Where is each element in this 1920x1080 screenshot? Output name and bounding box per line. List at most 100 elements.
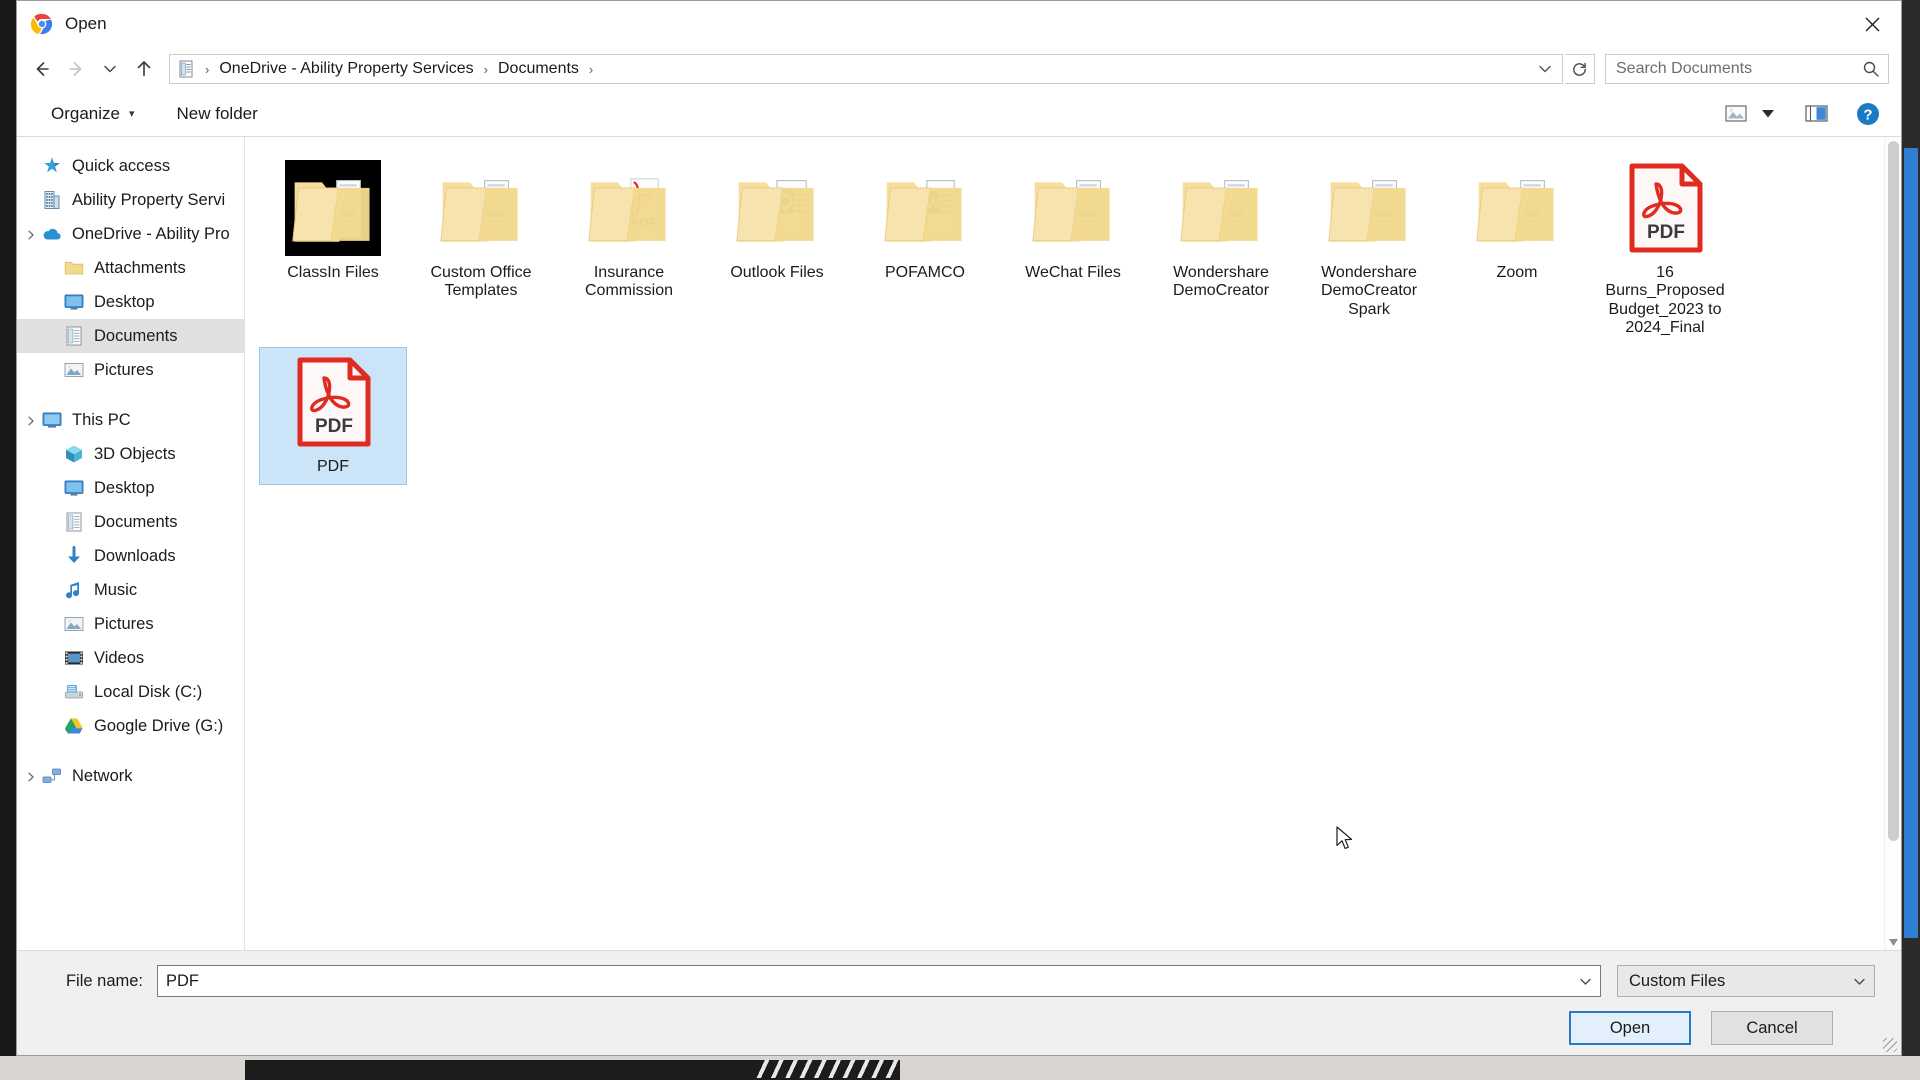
breadcrumb-separator-2[interactable]: › — [584, 62, 598, 77]
chevron-down-icon — [1579, 978, 1591, 985]
background-window-scrollbar[interactable] — [1904, 148, 1918, 938]
back-button[interactable] — [25, 52, 59, 86]
sidebar-item-documents[interactable]: Documents — [17, 505, 244, 539]
file-item-label: Zoom — [1496, 264, 1538, 281]
cancel-button[interactable]: Cancel — [1711, 1011, 1833, 1045]
file-item-label: Outlook Files — [730, 264, 824, 281]
folder-icon — [63, 257, 85, 279]
file-grid[interactable]: ClassIn Files Custom Office Templates PD… — [245, 137, 1884, 950]
3d-objects-icon — [63, 443, 85, 465]
folder-item[interactable]: Custom Office Templates — [407, 153, 555, 347]
file-item-label: POFAMCO — [884, 264, 965, 281]
open-file-dialog: Open › OneDrive - Ability Property Servi… — [16, 0, 1902, 1056]
folder-item[interactable]: Zoom — [1443, 153, 1591, 347]
breadcrumb-dropdown-button[interactable] — [1532, 56, 1558, 82]
sidebar-item-pictures[interactable]: Pictures — [17, 353, 244, 387]
refresh-button[interactable] — [1565, 54, 1595, 84]
folder-icon — [1469, 160, 1565, 256]
file-item[interactable]: PDF 16 Burns_Proposed Budget_2023 to 202… — [1591, 153, 1739, 347]
close-icon — [1865, 17, 1879, 31]
chrome-icon — [30, 13, 53, 35]
folder-icon: W — [877, 160, 973, 256]
sidebar-item-label: 3D Objects — [94, 444, 176, 463]
svg-text:?: ? — [1863, 106, 1872, 123]
scroll-down-arrow-icon[interactable] — [1885, 934, 1902, 950]
folder-item[interactable]: ClassIn Files — [259, 153, 407, 347]
chevron-right-icon[interactable] — [25, 228, 37, 240]
file-item[interactable]: PDF PDF — [259, 346, 407, 485]
sidebar-item-local-disk-c[interactable]: Local Disk (C:) — [17, 675, 244, 709]
company-icon — [41, 189, 63, 211]
file-item-label: Insurance Commission — [584, 264, 673, 300]
folder-item[interactable]: WeChat Files — [999, 153, 1147, 347]
sidebar-item-3d-objects[interactable]: 3D Objects — [17, 437, 244, 471]
filename-field[interactable] — [157, 965, 1601, 997]
filename-input[interactable] — [166, 971, 1572, 991]
chevron-down-icon — [1539, 65, 1551, 73]
sidebar-item-quick-access[interactable]: Quick access — [17, 149, 244, 183]
breadcrumb-crumb-documents[interactable]: Documents — [493, 57, 584, 81]
sidebar-item-pictures[interactable]: Pictures — [17, 607, 244, 641]
videos-icon — [63, 647, 85, 669]
sidebar-item-onedrive-ability-pro[interactable]: OneDrive - Ability Pro — [17, 217, 244, 251]
content-area: ClassIn Files Custom Office Templates PD… — [245, 137, 1901, 950]
sidebar-item-desktop[interactable]: Desktop — [17, 285, 244, 319]
forward-button[interactable] — [59, 52, 93, 86]
folder-item[interactable]: W POFAMCO — [851, 153, 999, 347]
desktop-backdrop-left — [0, 0, 16, 1080]
breadcrumb-crumb-onedrive[interactable]: OneDrive - Ability Property Services — [214, 57, 478, 81]
recent-locations-button[interactable] — [93, 52, 127, 86]
sidebar-item-this-pc[interactable]: This PC — [17, 403, 244, 437]
file-grid-scrollbar[interactable] — [1884, 137, 1901, 950]
dialog-buttons-row: Open Cancel — [43, 1011, 1875, 1045]
sidebar-item-ability-property-servi[interactable]: Ability Property Servi — [17, 183, 244, 217]
organize-button[interactable]: Organize ▾ — [41, 98, 145, 130]
folder-item[interactable]: PDF Insurance Commission — [555, 153, 703, 347]
resize-grip[interactable] — [1883, 1038, 1897, 1052]
desktop-icon — [63, 291, 85, 313]
sidebar-item-label: This PC — [72, 410, 131, 429]
help-button[interactable]: ? — [1849, 98, 1887, 130]
folder-item[interactable]: Wondershare DemoCreator — [1147, 153, 1295, 347]
pdf-file-icon: PDF — [285, 354, 381, 450]
file-grid-scroll-thumb[interactable] — [1888, 141, 1899, 841]
breadcrumb-separator-0[interactable]: › — [200, 62, 214, 77]
sidebar-item-downloads[interactable]: Downloads — [17, 539, 244, 573]
breadcrumb-separator-1[interactable]: › — [479, 62, 493, 77]
change-view-dropdown-button[interactable] — [1755, 98, 1781, 130]
sidebar-item-music[interactable]: Music — [17, 573, 244, 607]
change-view-button[interactable] — [1717, 98, 1755, 130]
breadcrumb-bar[interactable]: › OneDrive - Ability Property Services ›… — [169, 54, 1563, 84]
up-one-level-button[interactable] — [127, 52, 161, 86]
close-button[interactable] — [1843, 1, 1901, 47]
navigation-sidebar[interactable]: Quick access Ability Property Servi OneDri… — [17, 137, 245, 950]
organize-label: Organize — [51, 103, 120, 123]
sidebar-item-desktop[interactable]: Desktop — [17, 471, 244, 505]
sidebar-item-label: Pictures — [94, 614, 154, 633]
folder-item[interactable]: Outlook Files — [703, 153, 851, 347]
search-input[interactable] — [1616, 60, 1862, 78]
file-type-select[interactable]: Custom Files — [1617, 965, 1875, 997]
sidebar-item-videos[interactable]: Videos — [17, 641, 244, 675]
chevron-right-icon[interactable] — [25, 414, 37, 426]
filename-dropdown-button[interactable] — [1572, 967, 1598, 995]
folder-item[interactable]: Wondershare DemoCreator Spark — [1295, 153, 1443, 347]
sidebar-item-label: Desktop — [94, 292, 155, 311]
new-folder-button[interactable]: New folder — [167, 98, 268, 130]
sidebar-item-documents[interactable]: Documents — [17, 319, 244, 353]
desktop-backdrop-right — [1902, 0, 1920, 1080]
preview-pane-button[interactable] — [1797, 98, 1835, 130]
chevron-right-icon[interactable] — [25, 770, 37, 782]
sidebar-item-attachments[interactable]: Attachments — [17, 251, 244, 285]
sidebar-item-network[interactable]: Network — [17, 759, 244, 793]
search-box[interactable] — [1605, 54, 1889, 84]
svg-text:PDF: PDF — [315, 416, 353, 437]
sidebar-item-google-drive-g[interactable]: Google Drive (G:) — [17, 709, 244, 743]
filename-label: File name: — [65, 971, 143, 990]
open-button[interactable]: Open — [1569, 1011, 1691, 1045]
folder-icon — [1025, 160, 1121, 256]
dialog-body: Quick access Ability Property Servi OneDri… — [17, 137, 1901, 950]
open-button-label: Open — [1609, 1018, 1651, 1037]
